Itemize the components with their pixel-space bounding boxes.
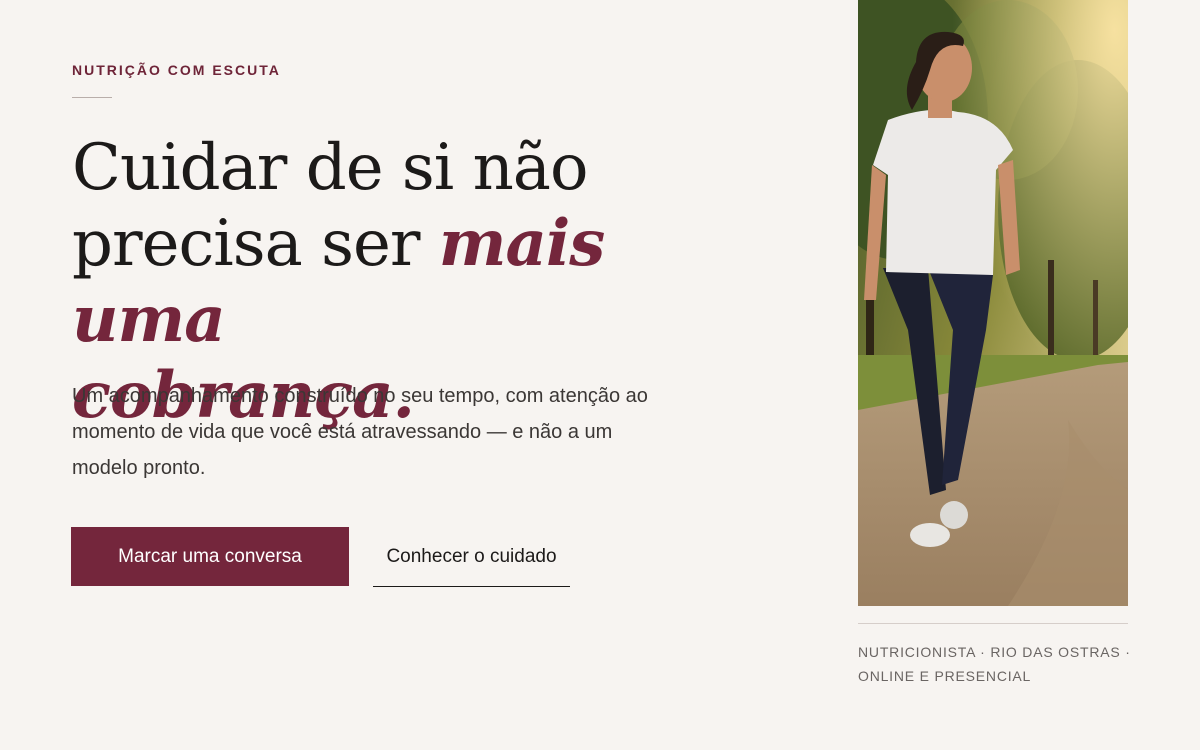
headline-line-2: precisa ser [72, 207, 439, 281]
caption-line-1: NUTRICIONISTA · RIO DAS OSTRAS · [858, 644, 1131, 660]
headline-line-1: Cuidar de si não [72, 131, 588, 205]
eyebrow-divider [72, 97, 112, 98]
caption-divider [858, 623, 1128, 624]
photo-caption: NUTRICIONISTA · RIO DAS OSTRAS · ONLINE … [858, 640, 1138, 688]
book-conversation-button[interactable]: Marcar uma conversa [71, 527, 349, 586]
hero-lede: Um acompanhamento construído no seu temp… [72, 385, 648, 479]
caption-line-2: ONLINE E PRESENCIAL [858, 668, 1032, 684]
woman-walking-in-park-photo [858, 0, 1128, 606]
learn-care-link[interactable]: Conhecer o cuidado [373, 527, 570, 587]
eyebrow-label: NUTRIÇÃO COM ESCUTA [72, 62, 281, 78]
